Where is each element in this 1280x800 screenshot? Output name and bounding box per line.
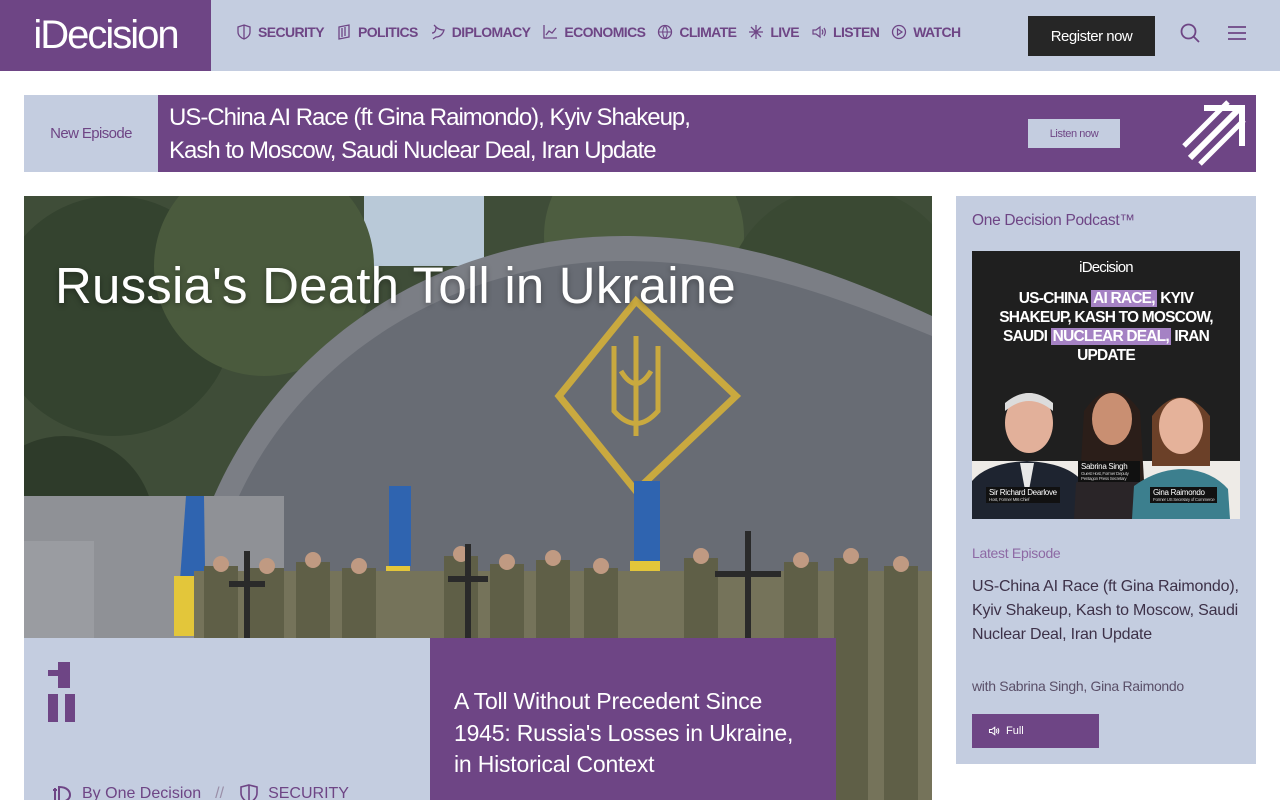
cover-headline-text: US-CHINA (1018, 290, 1092, 307)
guest-label: Gina Raimondo Former US Secretary of Com… (1150, 487, 1218, 503)
hero-article-title[interactable]: A Toll Without Precedent Since 1945: Rus… (454, 686, 814, 781)
speaker-icon (812, 25, 826, 39)
banner-title[interactable]: US-China AI Race (ft Gina Raimondo), Kyi… (169, 101, 809, 167)
latest-episode-guests: with Sabrina Singh, Gina Raimondo (972, 678, 1184, 694)
host-role: Host, Former MI6 Chief (989, 497, 1030, 502)
arrow-up-right-icon[interactable] (1182, 100, 1250, 166)
dove-icon (431, 24, 445, 40)
latest-episode-title[interactable]: US-China AI Race (ft Gina Raimondo), Kyi… (972, 575, 1242, 647)
asterisk-icon (749, 25, 764, 39)
cover-headline-highlight: NUCLEAR DEAL, (1050, 328, 1171, 345)
latest-episode-label: Latest Episode (972, 545, 1061, 561)
nav-item-climate[interactable]: CLIMATE (657, 24, 737, 40)
hero-article-card[interactable]: A Toll Without Precedent Since 1945: Rus… (430, 638, 836, 800)
shield-icon (237, 24, 251, 40)
byline: By One Decision // SECURITY (52, 784, 349, 800)
guest-host-name: Sabrina Singh (1081, 462, 1128, 471)
nav-label: LIVE (770, 24, 800, 40)
nav-label: WATCH (913, 24, 961, 40)
chart-icon (543, 25, 558, 39)
full-button-label: Full (1006, 725, 1024, 737)
nav-label: DIPLOMACY (451, 24, 531, 40)
nav-label: CLIMATE (679, 24, 737, 40)
guest-host-role: Guest Host, Former Deputy Pentagon Press… (1081, 471, 1129, 481)
author-link[interactable]: By One Decision (82, 785, 201, 800)
speaker-icon (988, 726, 1000, 736)
cover-logo: iDecision (1079, 259, 1133, 276)
cover-headline-highlight: AI RACE, (1091, 290, 1157, 307)
host-name: Sir Richard Dearlove (989, 488, 1057, 497)
nav-item-watch[interactable]: WATCH (891, 24, 961, 40)
menu-icon[interactable] (1226, 22, 1248, 44)
nav-item-live[interactable]: LIVE (748, 24, 800, 40)
nav-label: SECURITY (258, 24, 325, 40)
site-header: iDecision SECURITY POLITICS DIPLOMACY EC… (0, 0, 1280, 71)
hero-article[interactable]: Russia's Death Toll in Ukraine By One De… (24, 196, 932, 800)
banner-title-line: US-China AI Race (ft Gina Raimondo), Kyi… (169, 104, 691, 131)
nav-label: LISTEN (833, 24, 880, 40)
banner-title-line: Kash to Moscow, Saudi Nuclear Deal, Iran… (169, 137, 657, 164)
podcast-sidebar: One Decision Podcast™ iDecision US-CHINA… (956, 196, 1256, 764)
globe-icon (658, 24, 673, 40)
guest-host-label: Sabrina Singh Guest Host, Former Deputy … (1078, 461, 1140, 482)
one-decision-logo-icon (53, 785, 72, 800)
listen-now-button[interactable]: Listen now (1028, 119, 1120, 148)
nav-item-diplomacy[interactable]: DIPLOMACY (430, 24, 531, 40)
columns-icon (338, 24, 350, 40)
hero-title[interactable]: Russia's Death Toll in Ukraine (55, 256, 736, 315)
cover-headline: US-CHINA AI RACE, KYIV SHAKEUP, KASH TO … (982, 289, 1230, 365)
category-link[interactable]: SECURITY (268, 785, 349, 800)
banner-tag: New Episode (24, 95, 158, 172)
new-episode-banner[interactable]: New Episode US-China AI Race (ft Gina Ra… (24, 95, 1256, 172)
one-decision-number-icon (48, 662, 75, 722)
nav-label: POLITICS (358, 24, 418, 40)
hero-info-panel: By One Decision // SECURITY (24, 638, 430, 800)
podcast-cover[interactable]: iDecision US-CHINA AI RACE, KYIV SHAKEUP… (972, 251, 1240, 519)
podcast-title[interactable]: One Decision Podcast™ (972, 212, 1135, 230)
logo-text[interactable]: iDecision (33, 13, 179, 58)
register-button[interactable]: Register now (1028, 16, 1155, 56)
nav-item-economics[interactable]: ECONOMICS (542, 24, 646, 40)
main-nav: SECURITY POLITICS DIPLOMACY ECONOMICS CL… (236, 24, 961, 40)
full-episode-button[interactable]: Full (972, 714, 1099, 748)
guest-role: Former US Secretary of Commerce (1153, 497, 1215, 502)
byline-separator: // (215, 785, 225, 800)
shield-icon (240, 784, 258, 800)
nav-item-security[interactable]: SECURITY (236, 24, 325, 40)
nav-item-politics[interactable]: POLITICS (336, 24, 418, 40)
guest-name: Gina Raimondo (1153, 488, 1205, 497)
site-logo[interactable]: iDecision (0, 0, 211, 71)
play-icon (892, 24, 907, 40)
search-icon[interactable] (1179, 22, 1201, 44)
nav-item-listen[interactable]: LISTEN (811, 24, 880, 40)
nav-label: ECONOMICS (564, 24, 646, 40)
host-label: Sir Richard Dearlove Host, Former MI6 Ch… (986, 487, 1060, 503)
